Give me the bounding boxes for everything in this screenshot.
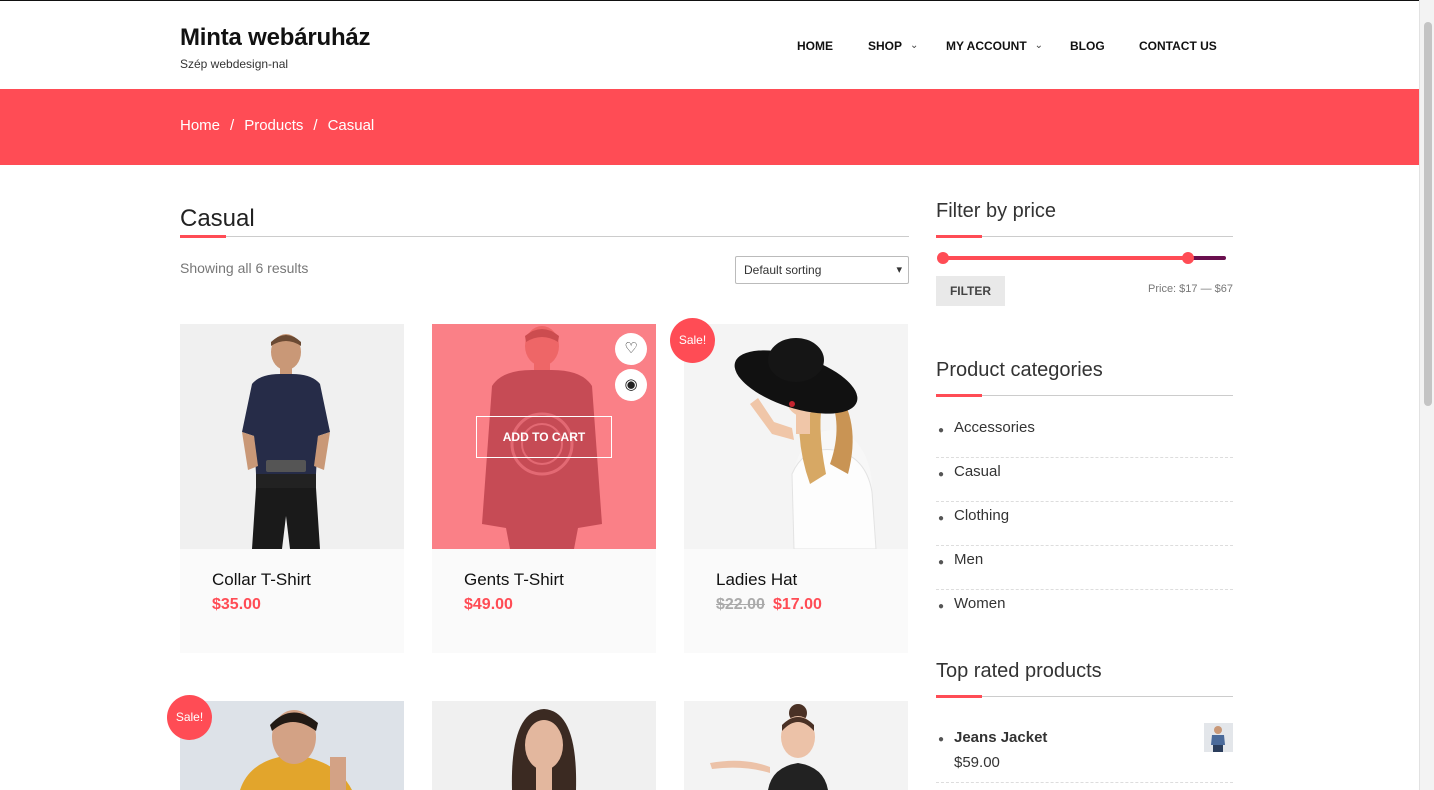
product-image[interactable] [432, 701, 656, 790]
product-photo-man-polo [180, 324, 404, 549]
product-name[interactable]: Gents T-Shirt [464, 570, 564, 590]
product-photo-man-jacket [180, 701, 404, 790]
nav-contact-us[interactable]: CONTACT US [1139, 39, 1217, 53]
nav-blog-label: BLOG [1070, 39, 1105, 53]
price-range-label: Price: $17 — $67 [1148, 283, 1233, 295]
select-arrow-icon: ▾ [896, 264, 902, 276]
nav-home[interactable]: HOME [797, 39, 833, 53]
product-name[interactable]: Collar T-Shirt [212, 570, 311, 590]
add-to-cart-button[interactable]: ADD TO CART [476, 416, 612, 458]
price-slider-max-handle[interactable] [1182, 252, 1194, 264]
nav-blog[interactable]: BLOG [1070, 39, 1105, 53]
category-label: Men [954, 551, 984, 568]
product-card[interactable]: Collar T-Shirt $35.00 [180, 324, 404, 653]
category-item[interactable]: ● Clothing [936, 502, 1233, 546]
bullet-icon: ● [938, 601, 945, 612]
product-price: $22.00 $17.00 [716, 596, 822, 614]
category-label: Clothing [954, 507, 1010, 524]
title-accent-bar [936, 235, 982, 238]
page-title: Casual [180, 205, 255, 232]
top-rated-product-thumbnail[interactable] [1204, 723, 1233, 752]
bullet-icon: ● [938, 557, 945, 568]
breadcrumb-separator: / [313, 117, 318, 134]
product-card[interactable]: Ladies Hat $22.00 $17.00 [684, 324, 908, 653]
category-item[interactable]: ● Women [936, 590, 1233, 634]
top-rated-title: Top rated products [936, 660, 1102, 682]
page-scrollbar[interactable] [1419, 0, 1434, 790]
breadcrumb-separator: / [230, 117, 235, 134]
product-name[interactable]: Ladies Hat [716, 570, 797, 590]
current-price: $35.00 [212, 596, 261, 613]
product-image[interactable] [684, 324, 908, 549]
site-header: Minta webáruház Szép webdesign-nal HOME … [0, 1, 1419, 89]
product-image[interactable] [684, 701, 908, 790]
breadcrumb-home[interactable]: Home [180, 117, 220, 134]
product-card[interactable] [432, 701, 656, 790]
breadcrumb: Home / Products / Casual [180, 117, 374, 134]
price-slider-range [942, 256, 1188, 260]
category-label: Women [954, 595, 1006, 612]
bullet-icon: ● [938, 469, 945, 480]
site-tagline: Szép webdesign-nal [180, 57, 289, 71]
nav-my-account-label: MY ACCOUNT [946, 39, 1027, 53]
nav-shop[interactable]: SHOP ⌄ [868, 39, 918, 53]
category-label: Accessories [954, 419, 1035, 436]
sale-badge: Sale! [670, 318, 715, 363]
product-card[interactable]: ♡ ◉ ADD TO CART Gents T-Shirt $49.00 [432, 324, 656, 653]
chevron-down-icon: ⌄ [910, 40, 919, 51]
top-rated-item: ● Jeans Jacket $59.00 [936, 720, 1233, 783]
heart-icon[interactable]: ♡ [615, 333, 647, 365]
eye-icon[interactable]: ◉ [615, 369, 647, 401]
bullet-icon: ● [938, 734, 945, 745]
filter-button[interactable]: FILTER [936, 276, 1005, 306]
nav-shop-label: SHOP [868, 39, 903, 53]
product-photo-woman-dress [684, 701, 908, 790]
title-accent-bar [180, 235, 226, 238]
current-price: $49.00 [464, 596, 513, 613]
category-item[interactable]: ● Casual [936, 458, 1233, 502]
product-card[interactable] [180, 701, 404, 790]
product-image[interactable]: ♡ ◉ ADD TO CART [432, 324, 656, 549]
category-label: Casual [954, 463, 1001, 480]
sale-badge: Sale! [167, 695, 212, 740]
bullet-icon: ● [938, 513, 945, 524]
top-rated-product-name[interactable]: Jeans Jacket [954, 729, 1047, 746]
product-image[interactable] [180, 324, 404, 549]
top-rated-product-price: $59.00 [954, 754, 1000, 771]
product-categories-title: Product categories [936, 359, 1103, 381]
product-image[interactable] [180, 701, 404, 790]
sorting-select[interactable]: Default sorting ▾ [735, 256, 909, 284]
category-item[interactable]: ● Accessories [936, 414, 1233, 458]
scrollbar-thumb[interactable] [1424, 22, 1432, 406]
category-item[interactable]: ● Men [936, 546, 1233, 590]
nav-contact-label: CONTACT US [1139, 39, 1217, 53]
breadcrumb-products[interactable]: Products [244, 117, 303, 134]
breadcrumb-banner: Home / Products / Casual [0, 89, 1419, 165]
title-accent-bar [936, 695, 982, 698]
current-price: $17.00 [772, 596, 822, 613]
price-slider-min-handle[interactable] [937, 252, 949, 264]
product-price: $35.00 [212, 596, 261, 614]
bullet-icon: ● [938, 425, 945, 436]
nav-my-account[interactable]: MY ACCOUNT ⌄ [946, 39, 1043, 53]
title-accent-bar [936, 394, 982, 397]
site-title[interactable]: Minta webáruház [180, 24, 371, 52]
product-card[interactable] [684, 701, 908, 790]
product-photo-woman-brunette [432, 701, 656, 790]
result-count: Showing all 6 results [180, 260, 309, 276]
divider [180, 236, 909, 237]
filter-by-price-title: Filter by price [936, 200, 1057, 222]
breadcrumb-current: Casual [327, 117, 375, 134]
thumbnail-photo [1204, 723, 1233, 752]
chevron-down-icon: ⌄ [1034, 40, 1044, 51]
nav-home-label: HOME [797, 39, 833, 53]
sorting-select-value: Default sorting [744, 263, 822, 277]
old-price: $22.00 [716, 596, 765, 613]
product-photo-woman-hat [684, 324, 908, 549]
product-price: $49.00 [464, 596, 513, 614]
